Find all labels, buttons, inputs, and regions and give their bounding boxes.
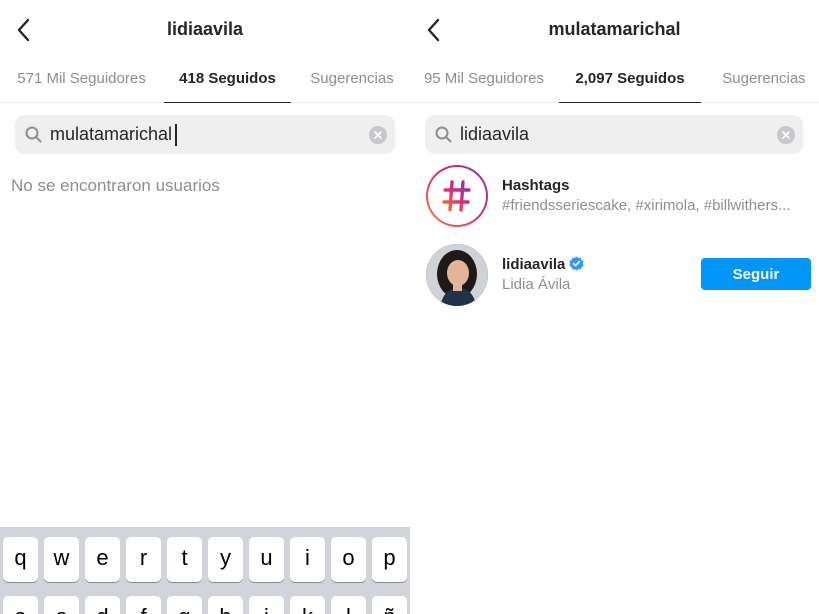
key-g[interactable]: g [167, 596, 202, 614]
text-caret [175, 124, 177, 146]
tab-followers[interactable]: 571 Mil Seguidores [0, 60, 163, 103]
follow-button[interactable]: Seguir [701, 258, 811, 290]
hashtags-title: Hashtags [502, 177, 570, 194]
clear-search-button[interactable] [777, 126, 795, 144]
header: mulatamarichal [410, 0, 819, 60]
key-h[interactable]: h [208, 596, 243, 614]
hashtags-result[interactable]: Hashtags #friendsseriescake, #xirimola, … [426, 165, 811, 229]
on-screen-keyboard: q w e r t y u i o p a s d f g h j k l ñ [0, 527, 410, 614]
tab-suggestions[interactable]: Sugerencias [298, 60, 406, 103]
right-screen: mulatamarichal 95 Mil Seguidores 2,097 S… [410, 0, 819, 614]
tab-followers[interactable]: 95 Mil Seguidores [410, 60, 558, 103]
key-f[interactable]: f [126, 596, 161, 614]
key-d[interactable]: d [85, 596, 120, 614]
clear-search-button[interactable] [369, 126, 387, 144]
header: lidiaavila [0, 0, 410, 60]
key-e[interactable]: e [85, 537, 120, 582]
key-i[interactable]: i [290, 537, 325, 582]
key-enye[interactable]: ñ [372, 596, 407, 614]
key-w[interactable]: w [44, 537, 79, 582]
key-j[interactable]: j [249, 596, 284, 614]
key-o[interactable]: o [331, 537, 366, 582]
search-input[interactable] [50, 115, 350, 154]
hashtag-icon [442, 180, 471, 212]
key-s[interactable]: s [44, 596, 79, 614]
key-p[interactable]: p [372, 537, 407, 582]
tab-following[interactable]: 418 Seguidos [164, 60, 291, 103]
key-t[interactable]: t [167, 537, 202, 582]
user-result-lidiaavila[interactable]: lidiaavila Lidia Ávila Seguir [426, 244, 811, 308]
close-icon [782, 131, 790, 139]
key-r[interactable]: r [126, 537, 161, 582]
tab-bar: 571 Mil Seguidores 418 Seguidos Sugerenc… [0, 60, 410, 103]
search-icon [435, 126, 452, 143]
search-icon [25, 126, 42, 143]
page-title: lidiaavila [166, 19, 244, 39]
left-screen: lidiaavila 571 Mil Seguidores 418 Seguid… [0, 0, 410, 614]
tab-bar: 95 Mil Seguidores 2,097 Seguidos Sugeren… [410, 60, 819, 103]
key-q[interactable]: q [3, 537, 38, 582]
avatar [426, 244, 488, 306]
page-title: mulatamarichal [548, 19, 681, 39]
close-icon [374, 131, 382, 139]
tab-following[interactable]: 2,097 Seguidos [559, 60, 701, 103]
verified-badge-icon [569, 256, 584, 271]
key-k[interactable]: k [290, 596, 325, 614]
key-a[interactable]: a [3, 596, 38, 614]
key-y[interactable]: y [208, 537, 243, 582]
profile-photo [426, 244, 488, 306]
hashtag-avatar [426, 165, 488, 227]
search-input[interactable] [460, 115, 760, 154]
search-bar[interactable] [15, 115, 395, 154]
search-bar[interactable] [425, 115, 803, 154]
username: lidiaavila [502, 256, 584, 273]
empty-results-message: No se encontraron usuarios [11, 176, 220, 195]
key-l[interactable]: l [331, 596, 366, 614]
tab-suggestions[interactable]: Sugerencias [709, 60, 819, 103]
key-u[interactable]: u [249, 537, 284, 582]
full-name: Lidia Ávila [502, 276, 571, 293]
hashtags-subtitle: #friendsseriescake, #xirimola, #billwith… [502, 197, 791, 214]
